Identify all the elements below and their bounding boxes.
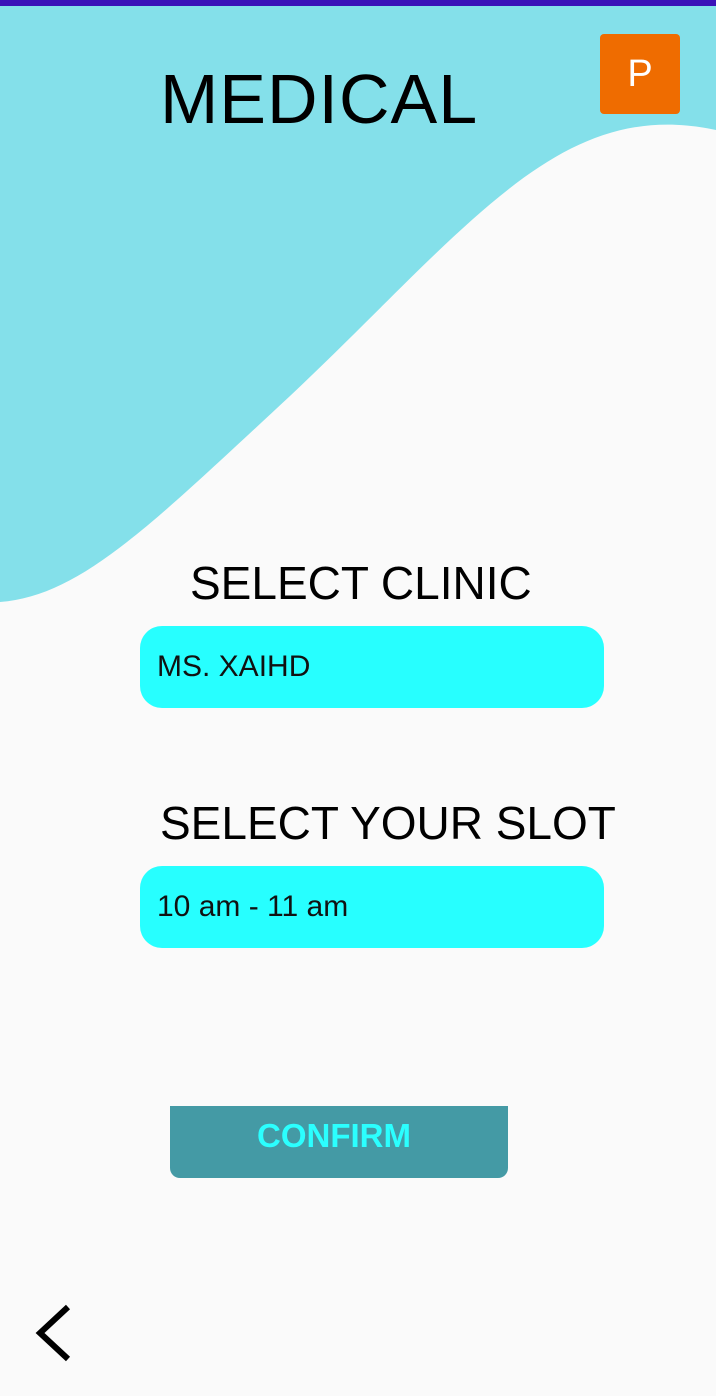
profile-button[interactable]: P <box>600 34 680 114</box>
select-clinic-label: SELECT CLINIC <box>190 557 532 609</box>
select-slot-label: SELECT YOUR SLOT <box>160 797 616 849</box>
confirm-button[interactable]: CONFIRM <box>170 1106 508 1178</box>
clinic-selected-value: MS. XAIHD <box>157 650 311 683</box>
chevron-left-icon <box>35 1304 71 1362</box>
app-title: MEDICAL <box>160 60 479 138</box>
profile-initial: P <box>627 52 653 95</box>
clinic-dropdown[interactable]: MS. XAIHD <box>140 626 604 708</box>
slot-selected-value: 10 am - 11 am <box>157 890 349 923</box>
slot-dropdown[interactable]: 10 am - 11 am <box>140 866 604 948</box>
back-button[interactable] <box>28 1298 84 1368</box>
